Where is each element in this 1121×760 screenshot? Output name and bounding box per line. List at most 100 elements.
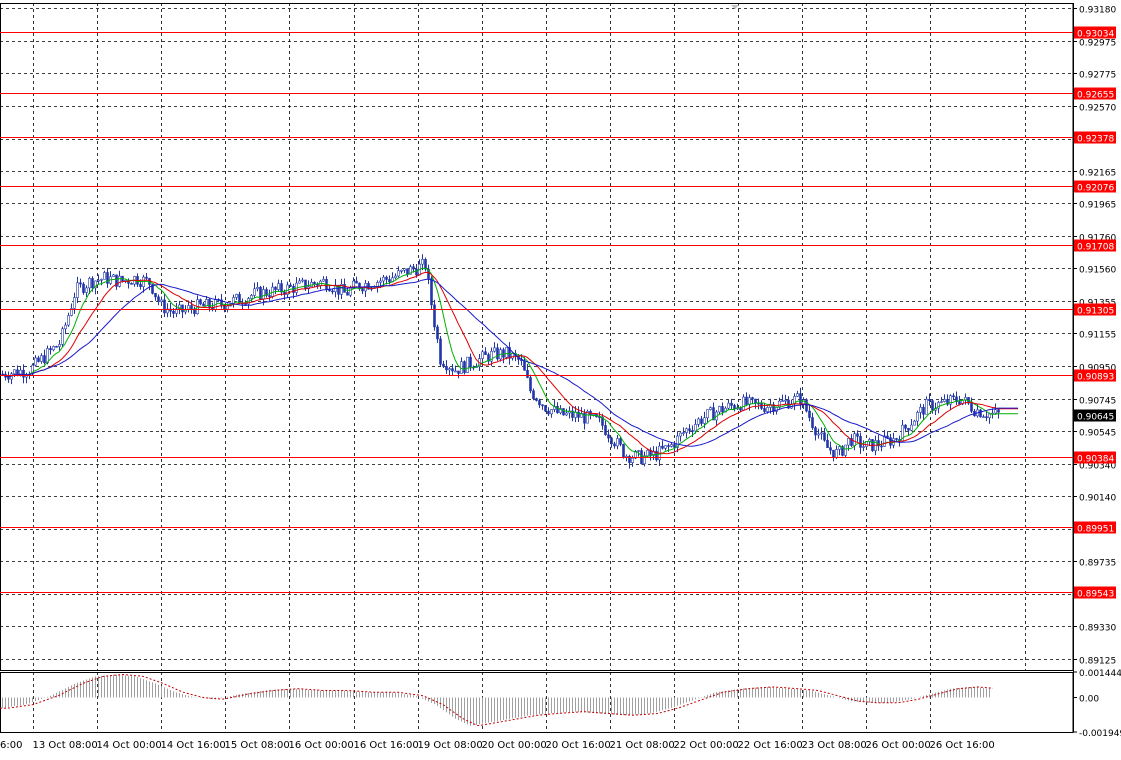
candle-body [925, 398, 928, 415]
candle-body [709, 407, 712, 410]
candle-body [622, 444, 625, 458]
candle-body [619, 438, 622, 445]
chart-window[interactable]: 13 Oct 08:00 14 Oct 00:00 14 Oct 16:00 15 O… [0, 0, 1121, 756]
candle-body [154, 293, 157, 298]
y-tick-label: 0.89330 [1079, 624, 1116, 634]
candle-body [616, 438, 619, 447]
candle-body [700, 418, 703, 424]
candle-body [55, 346, 58, 348]
candle-body [421, 259, 424, 265]
candle-body [298, 280, 301, 284]
x-tick-label: 22 Oct 16:00 [738, 740, 803, 751]
candle-body [64, 324, 67, 330]
candle-body [412, 266, 415, 270]
candle-body [742, 396, 745, 411]
candle-body [913, 420, 916, 426]
candle-body [970, 402, 973, 412]
candle-body [112, 274, 115, 278]
candle-body [250, 295, 253, 299]
candle-body [349, 287, 352, 296]
candle-body [730, 402, 733, 406]
candle-body [532, 390, 535, 399]
y-tick-label: 0.90140 [1079, 494, 1116, 504]
candle-body [706, 409, 709, 419]
x-tick-label: 26 Oct 16:00 [930, 740, 995, 751]
candle-body [469, 356, 472, 368]
candle-body [664, 445, 667, 449]
candle-body [904, 424, 907, 429]
candle-body [394, 275, 397, 279]
candle-body [607, 434, 610, 439]
candle-body [631, 457, 634, 463]
candle-body [13, 369, 16, 375]
candle-body [886, 435, 889, 438]
candle-body [880, 445, 883, 448]
oscillator-tick-label: -0.001949 [1079, 729, 1121, 739]
candle-body [907, 428, 910, 431]
candle-body [691, 430, 694, 432]
candle-body [313, 281, 316, 285]
candle-body [979, 409, 982, 418]
candle-body [310, 281, 313, 287]
level-price-label: 0.92655 [1077, 91, 1114, 101]
candle-body [436, 326, 439, 340]
current-price-label: 0.90645 [1077, 413, 1114, 423]
x-tick-label: 6:00 [0, 740, 22, 751]
candle-body [511, 353, 514, 359]
candle-body [529, 377, 532, 392]
candle-body [610, 437, 613, 445]
candle-body [448, 368, 451, 371]
candle-body [637, 450, 640, 452]
candle-body [943, 399, 946, 402]
candle-body [562, 408, 565, 416]
candle-body [160, 299, 163, 302]
y-tick-label: 0.91965 [1079, 201, 1116, 211]
candle-body [694, 424, 697, 432]
candle-body [268, 295, 271, 298]
candle-body [103, 272, 106, 280]
candle-body [385, 276, 388, 280]
candle-body [862, 446, 865, 448]
level-price-label: 0.90893 [1077, 373, 1114, 383]
candle-body [667, 445, 670, 447]
candle-body [544, 405, 547, 412]
candle-body [79, 282, 82, 285]
price-chart[interactable]: 13 Oct 08:0014 Oct 00:0014 Oct 16:0015 O… [0, 0, 1121, 756]
candle-body [679, 432, 682, 437]
candle-body [481, 351, 484, 359]
candle-body [199, 299, 202, 305]
candle-body [274, 286, 277, 290]
candle-body [766, 407, 769, 412]
candle-body [910, 424, 913, 431]
y-tick-label: 0.91155 [1079, 331, 1116, 341]
candle-body [613, 443, 616, 447]
y-tick-label: 0.93180 [1079, 6, 1116, 16]
candle-body [721, 406, 724, 413]
x-tick-label: 22 Oct 00:00 [674, 740, 739, 751]
candle-body [37, 357, 40, 362]
candle-body [445, 366, 448, 371]
candle-body [73, 297, 76, 309]
candle-body [433, 304, 436, 328]
candle-body [994, 409, 997, 414]
candle-body [277, 283, 280, 290]
main-plot-frame [0, 3, 1074, 671]
candle-body [985, 416, 988, 418]
candle-body [205, 299, 208, 307]
candle-body [139, 283, 142, 287]
candle-body [784, 399, 787, 402]
candle-body [34, 357, 37, 366]
candle-body [484, 351, 487, 355]
y-tick-label: 0.92165 [1079, 169, 1116, 179]
candle-body [163, 299, 166, 314]
x-tick-label: 13 Oct 08:00 [33, 740, 98, 751]
candle-body [85, 287, 88, 293]
candle-body [859, 436, 862, 448]
candle-body [262, 289, 265, 300]
candle-body [76, 282, 79, 298]
candle-body [538, 400, 541, 406]
candle-body [958, 401, 961, 405]
y-tick-label: 0.90745 [1079, 397, 1116, 407]
candle-body [997, 409, 1000, 413]
candle-body [661, 445, 664, 449]
